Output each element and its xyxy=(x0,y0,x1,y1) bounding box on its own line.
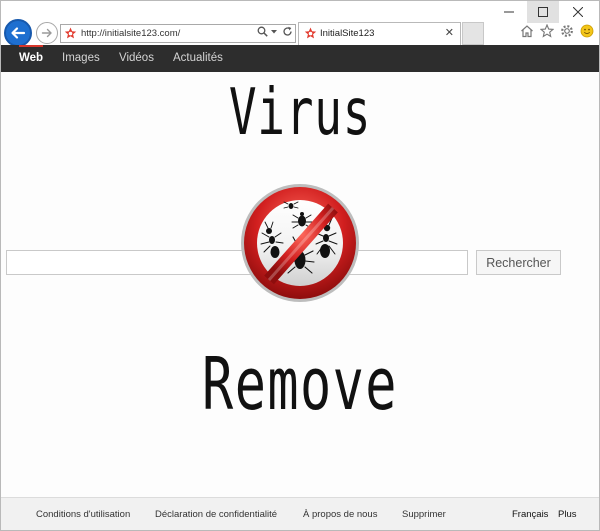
nav-item-videos[interactable]: Vidéos xyxy=(119,45,154,72)
back-button[interactable] xyxy=(4,19,32,47)
tab-initialsite123[interactable]: InitialSite123 ✕ xyxy=(298,22,461,45)
search-icon[interactable] xyxy=(257,26,268,42)
close-icon xyxy=(573,7,583,17)
gear-icon[interactable] xyxy=(560,24,574,41)
search-input[interactable] xyxy=(6,250,468,275)
nav-item-web[interactable]: Web xyxy=(19,45,44,72)
tab-title: InitialSite123 xyxy=(320,28,375,39)
site-favicon-icon xyxy=(64,27,77,39)
search-nav-bar: Web Images Vidéos Actualités xyxy=(1,45,599,72)
star-icon[interactable] xyxy=(539,23,555,41)
footer-link-remove[interactable]: Supprimer xyxy=(402,509,446,520)
browser-toolbar: http://initialsite123.com/ InitialSite12… xyxy=(1,1,599,47)
browser-window: http://initialsite123.com/ InitialSite12… xyxy=(0,0,600,531)
footer-language[interactable]: Français xyxy=(512,509,548,520)
chevron-down-icon[interactable] xyxy=(270,26,278,42)
maximize-button[interactable] xyxy=(527,1,559,23)
new-tab-button[interactable] xyxy=(462,22,484,45)
forward-button[interactable] xyxy=(36,22,58,44)
home-icon[interactable] xyxy=(520,24,534,41)
close-window-button[interactable] xyxy=(564,1,592,23)
refresh-icon[interactable] xyxy=(282,26,293,42)
site-favicon-icon xyxy=(304,27,317,39)
maximize-icon xyxy=(538,7,548,17)
back-arrow-icon xyxy=(11,27,26,39)
smiley-icon[interactable] xyxy=(580,24,594,41)
footer-link-terms[interactable]: Conditions d'utilisation xyxy=(36,509,130,520)
minimize-icon xyxy=(504,11,514,13)
footer-more[interactable]: Plus xyxy=(558,509,576,520)
footer-link-privacy[interactable]: Déclaration de confidentialité xyxy=(155,509,277,520)
nav-item-news[interactable]: Actualités xyxy=(173,45,223,72)
no-bugs-logo-icon xyxy=(241,184,359,302)
minimize-button[interactable] xyxy=(495,1,523,23)
address-bar[interactable]: http://initialsite123.com/ xyxy=(60,24,296,43)
nav-item-images[interactable]: Images xyxy=(62,45,100,72)
forward-arrow-icon xyxy=(41,28,52,38)
close-icon[interactable]: ✕ xyxy=(445,26,454,39)
page-title-top: Virus xyxy=(228,76,372,150)
search-button[interactable]: Rechercher xyxy=(476,250,561,275)
main-content: Virus Rechercher Remove xyxy=(1,72,599,497)
page-title-bottom: Remove xyxy=(202,342,398,426)
footer-link-about[interactable]: À propos de nous xyxy=(303,509,377,520)
footer: Conditions d'utilisation Déclaration de … xyxy=(1,497,599,530)
url-text: http://initialsite123.com/ xyxy=(81,28,181,39)
